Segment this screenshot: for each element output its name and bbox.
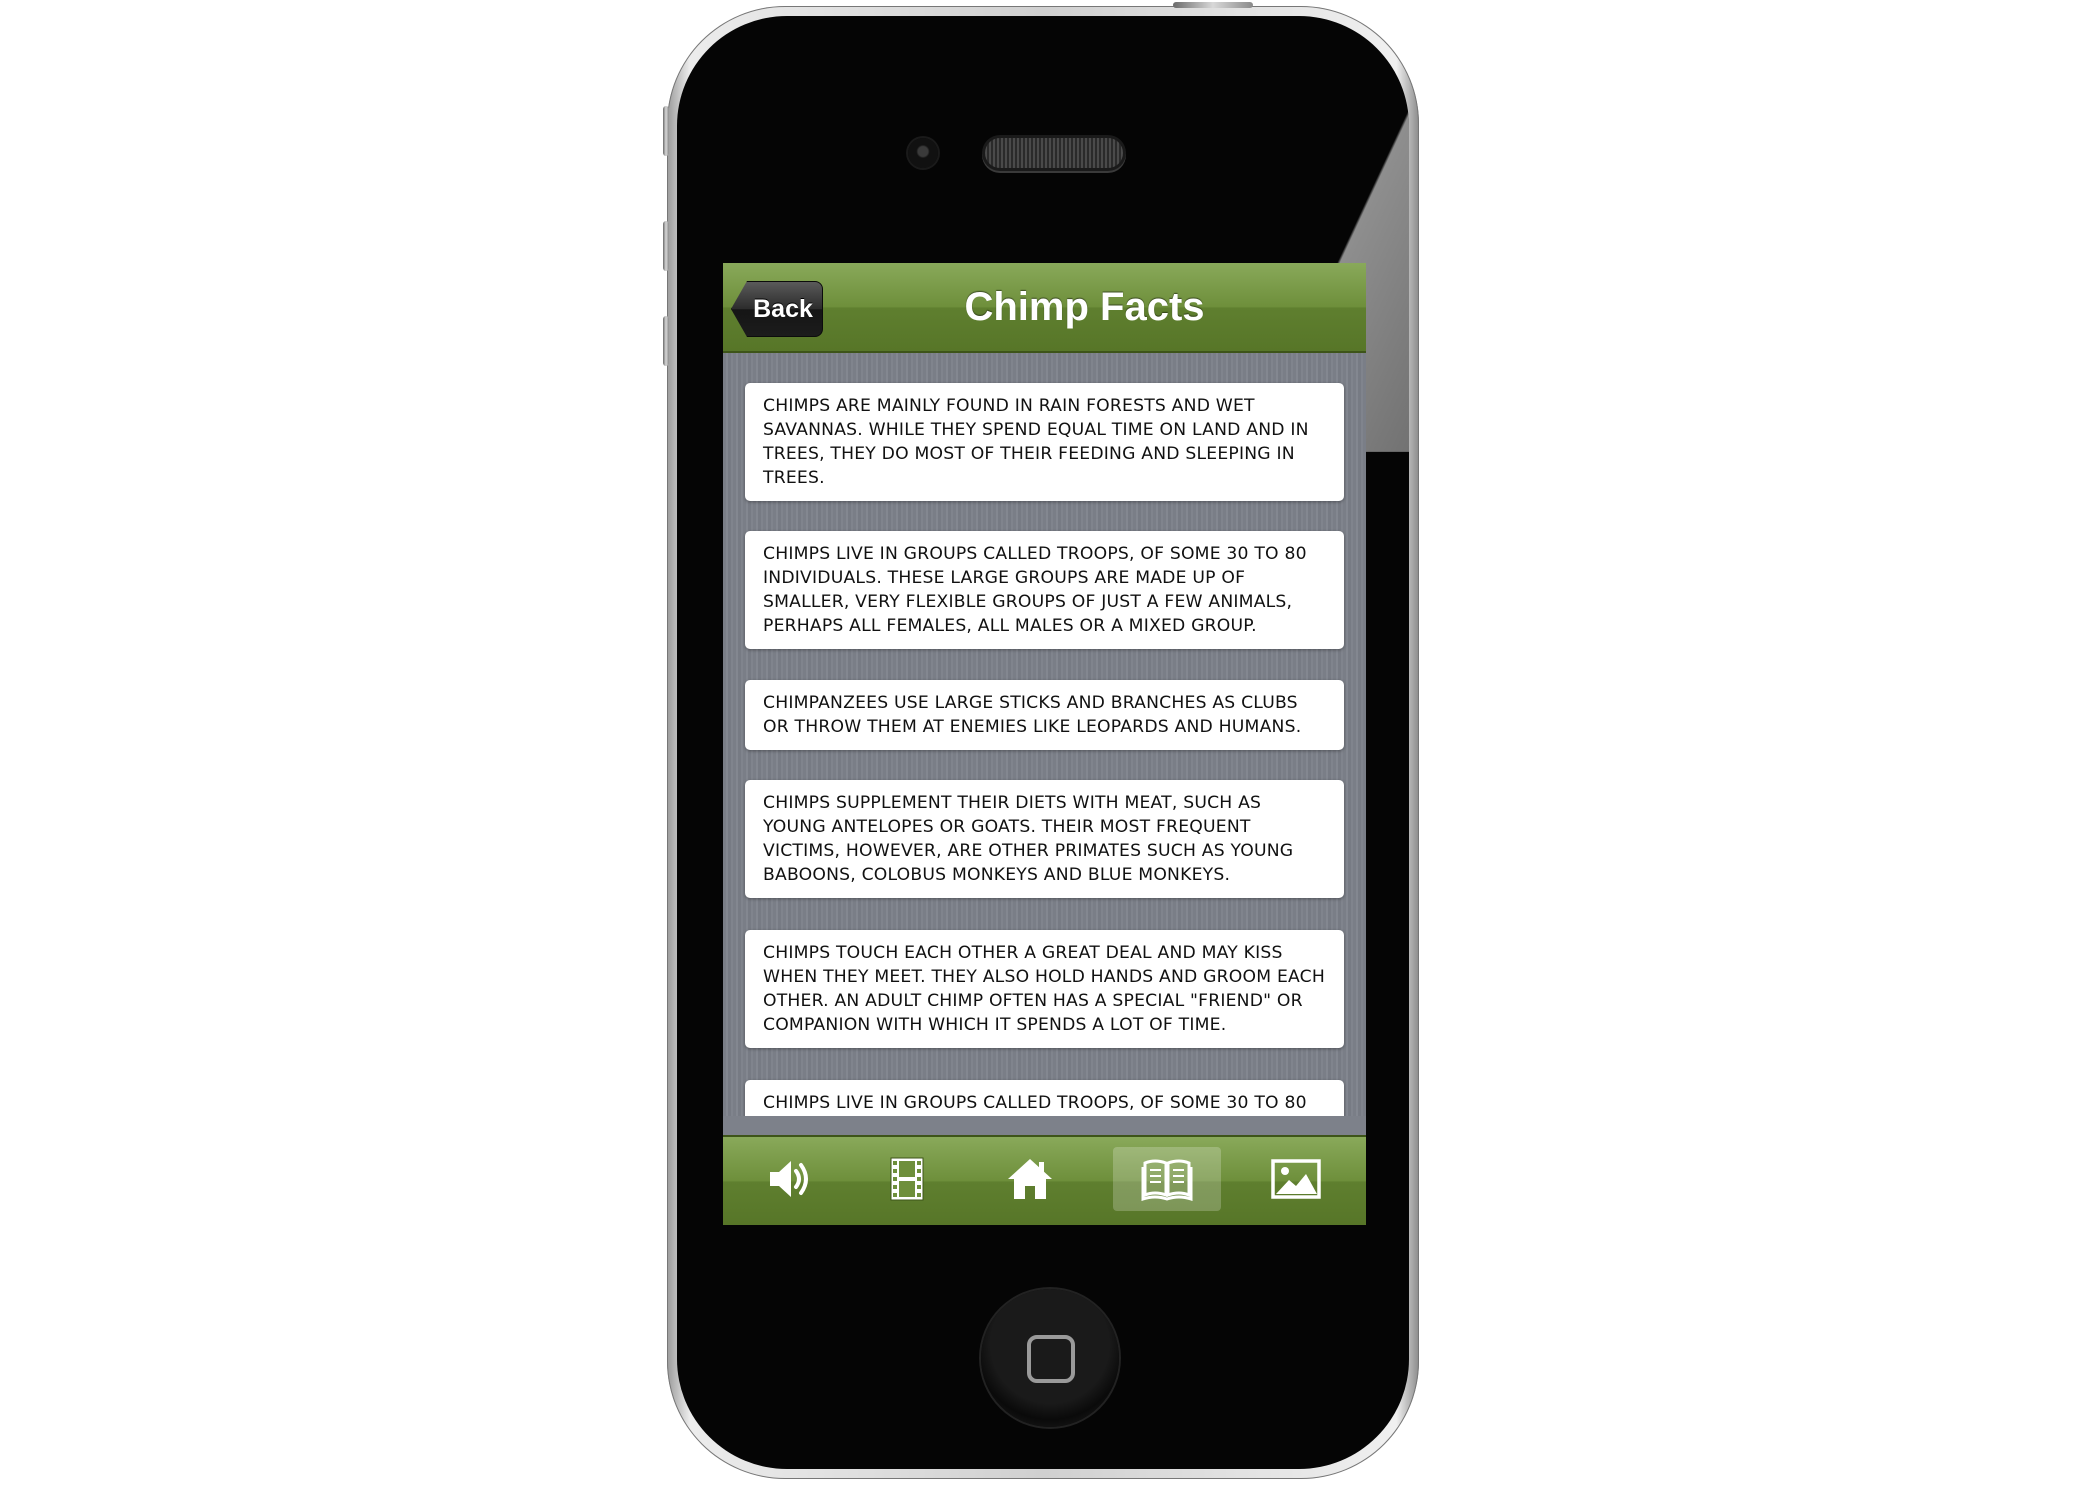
facts-list[interactable]: Chimps are mainly found in rain forests … bbox=[723, 353, 1366, 1116]
volume-down-button[interactable] bbox=[663, 316, 669, 366]
tab-audio[interactable] bbox=[735, 1147, 843, 1211]
volume-up-button[interactable] bbox=[663, 221, 669, 271]
tab-bar bbox=[723, 1135, 1366, 1225]
mute-switch[interactable] bbox=[663, 106, 669, 156]
page-title: Chimp Facts bbox=[964, 284, 1205, 329]
tab-video[interactable] bbox=[853, 1147, 961, 1211]
speaker-icon bbox=[770, 1161, 808, 1197]
fact-card: Chimps touch each other a great deal and… bbox=[745, 930, 1344, 1048]
home-button[interactable] bbox=[981, 1289, 1119, 1427]
fact-card: Chimps live in groups called troops, of … bbox=[745, 531, 1344, 649]
power-button[interactable] bbox=[1173, 2, 1253, 8]
home-icon bbox=[1008, 1159, 1052, 1199]
app-screen: Back Chimp Facts Chimps are mainly found… bbox=[723, 263, 1366, 1225]
earpiece-speaker bbox=[985, 138, 1123, 168]
picture-icon bbox=[1271, 1159, 1321, 1199]
back-button[interactable]: Back bbox=[731, 281, 823, 337]
fact-card: Chimps are mainly found in rain forests … bbox=[745, 383, 1344, 501]
fact-card: Chimps supplement their diets with meat,… bbox=[745, 780, 1344, 898]
home-square-icon bbox=[1027, 1335, 1075, 1383]
navigation-bar: Back Chimp Facts bbox=[723, 263, 1366, 353]
tab-facts[interactable] bbox=[1113, 1147, 1221, 1211]
fact-card: Chimps live in groups called troops, of … bbox=[745, 1080, 1344, 1116]
fact-card: Chimpanzees use large sticks and branche… bbox=[745, 680, 1344, 750]
tab-gallery[interactable] bbox=[1242, 1147, 1350, 1211]
front-camera bbox=[908, 138, 938, 168]
film-icon bbox=[890, 1157, 924, 1201]
tab-home[interactable] bbox=[976, 1147, 1084, 1211]
book-icon bbox=[1141, 1159, 1193, 1201]
